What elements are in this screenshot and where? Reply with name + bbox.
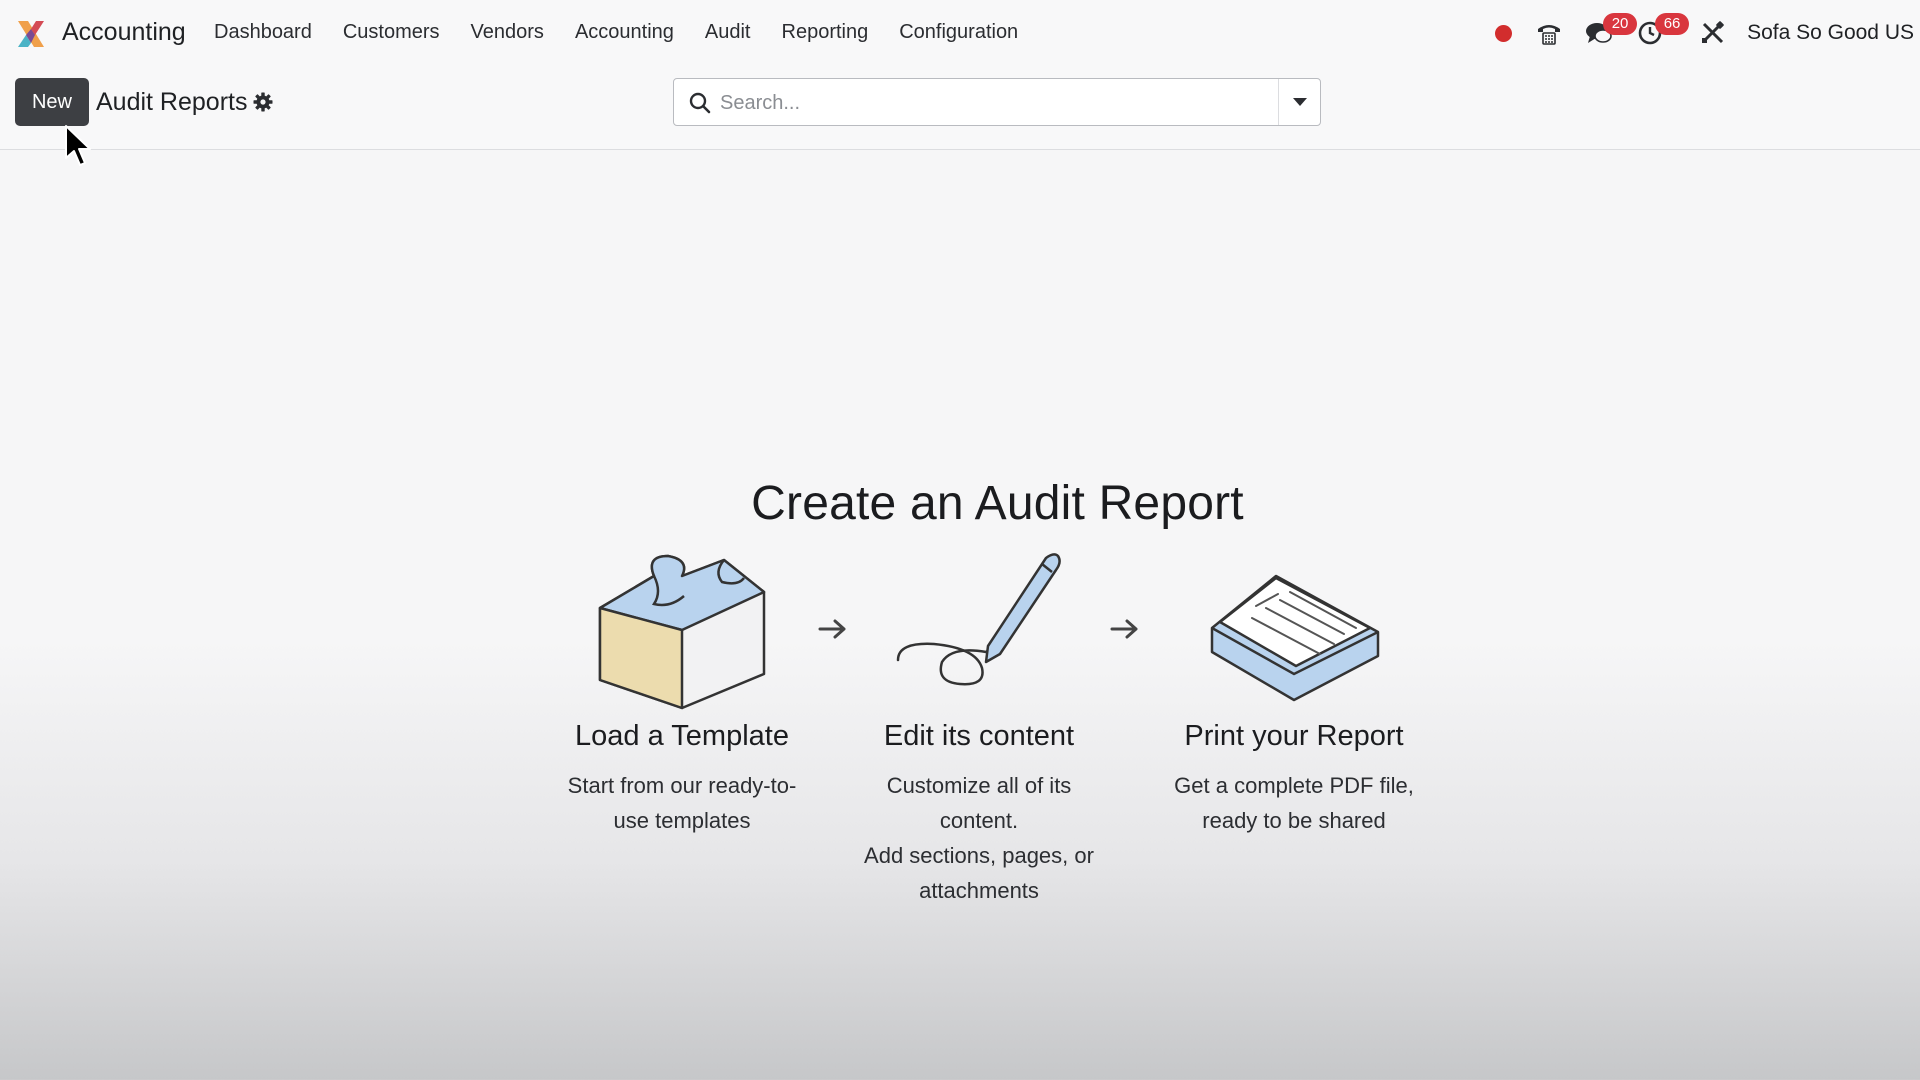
- debug-tools-button[interactable]: [1699, 14, 1741, 52]
- document-stack-icon: [1210, 574, 1380, 702]
- desc-line: attachments: [919, 878, 1039, 903]
- new-button[interactable]: New: [15, 78, 89, 126]
- desc-line: content.: [939, 808, 1019, 833]
- company-switcher[interactable]: Sofa So Good US: [1747, 21, 1914, 45]
- step-desc-print-report: Get a complete PDF file, ready to be sha…: [1144, 768, 1444, 838]
- top-menu: Dashboard Customers Vendors Accounting A…: [214, 21, 1049, 44]
- breadcrumb: Audit Reports: [96, 88, 248, 116]
- phone-icon: [1538, 25, 1561, 45]
- caret-down-icon: [1292, 98, 1307, 106]
- menu-accounting[interactable]: Accounting: [575, 21, 674, 44]
- helper-title: Create an Audit Report: [751, 477, 1244, 530]
- record-dot-icon: [1495, 24, 1513, 42]
- menu-audit[interactable]: Audit: [705, 21, 751, 44]
- desc-line: use templates: [613, 808, 751, 833]
- record-button[interactable]: [1495, 14, 1535, 52]
- arrow-right-icon: [1110, 619, 1138, 639]
- pen-signature-icon: [896, 553, 1061, 686]
- tools-icon: [1702, 21, 1724, 44]
- systray: 20 66 Sofa So Good US: [1495, 13, 1914, 52]
- desc-line: Start from our ready-to-: [567, 773, 797, 798]
- mouse-pointer-icon: [65, 125, 91, 166]
- search-input[interactable]: [720, 87, 1280, 119]
- desc-line: Get a complete PDF file,: [1174, 773, 1414, 798]
- search-options-toggle[interactable]: [1278, 79, 1320, 125]
- desc-line: ready to be shared: [1202, 808, 1386, 833]
- menu-configuration[interactable]: Configuration: [899, 21, 1018, 44]
- menu-vendors[interactable]: Vendors: [471, 21, 544, 44]
- puzzle-piece-icon: [598, 554, 766, 710]
- app-name[interactable]: Accounting: [62, 18, 186, 47]
- activities-badge: 66: [1655, 13, 1690, 35]
- search-bar: [673, 78, 1321, 126]
- messages-button[interactable]: 20: [1585, 13, 1638, 52]
- menu-customers[interactable]: Customers: [343, 21, 440, 44]
- desc-line: Add sections, pages, or: [864, 843, 1094, 868]
- step-title-print-report: Print your Report: [1184, 720, 1404, 752]
- step-title-edit-content: Edit its content: [883, 720, 1075, 752]
- step-title-load-template: Load a Template: [575, 720, 789, 752]
- search-icon: [689, 92, 711, 114]
- activities-button[interactable]: 66: [1637, 13, 1690, 52]
- main-navbar: Accounting Dashboard Customers Vendors A…: [0, 0, 1920, 66]
- step-desc-load-template: Start from our ready-to- use templates: [532, 768, 832, 838]
- menu-reporting[interactable]: Reporting: [782, 21, 869, 44]
- accounting-logo-icon[interactable]: [14, 17, 48, 51]
- desc-line: Customize all of its: [886, 773, 1072, 798]
- phone-button[interactable]: [1535, 14, 1585, 52]
- messages-badge: 20: [1603, 13, 1638, 35]
- control-panel: New Audit Reports: [0, 66, 1920, 150]
- arrow-right-icon: [818, 619, 846, 639]
- menu-dashboard[interactable]: Dashboard: [214, 21, 312, 44]
- step-desc-edit-content: Customize all of its content. Add sectio…: [829, 768, 1129, 908]
- gear-icon[interactable]: [253, 92, 273, 112]
